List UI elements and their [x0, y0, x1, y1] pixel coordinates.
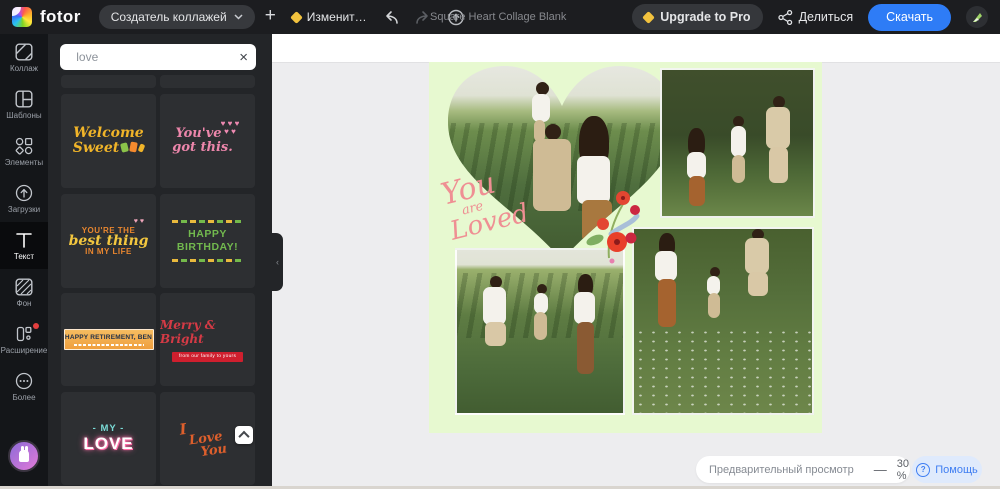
zoom-level: 30 % [897, 458, 909, 482]
sidebar-item-collage[interactable]: Коллаж [0, 34, 48, 81]
collage-icon [15, 43, 33, 61]
photo-cell-family-garden[interactable] [660, 68, 815, 218]
create-collage-label: Создатель коллажей [111, 10, 227, 24]
more-icon [15, 372, 33, 390]
share-nodes-icon [778, 10, 793, 25]
extension-icon [15, 325, 33, 343]
sidebar-item-background[interactable]: Фон [0, 269, 48, 316]
template-tile-youve-got-this[interactable]: You've got this. ♥ ♥ ♥ ♥ ♥ [160, 94, 255, 188]
clear-search-icon[interactable]: × [239, 50, 248, 65]
dashed-line-decoration [172, 259, 244, 262]
quill-icon [971, 11, 984, 24]
poppy-flowers-illustration[interactable] [579, 182, 643, 264]
notification-badge [33, 323, 39, 329]
wildflowers-texture [634, 328, 812, 413]
sidebar-item-uploads[interactable]: Загрузки [0, 175, 48, 222]
help-button[interactable]: ? Помощь [912, 456, 982, 483]
pro-diamond-icon [290, 11, 303, 24]
template-tile-best-thing[interactable]: YOU'RE THE best thing IN MY LIFE ♥ ♥ [61, 194, 156, 288]
add-page-button[interactable]: + [265, 5, 276, 27]
photo-cell-family-walk[interactable] [632, 227, 814, 415]
fotor-logo[interactable]: fotor [12, 7, 81, 27]
fotor-logo-icon [12, 7, 32, 27]
question-icon: ? [916, 463, 930, 477]
template-tile-my-love[interactable]: - MY - LOVE [61, 392, 156, 485]
top-toolbar: fotor Создатель коллажей + Изменит… Squa… [0, 0, 1000, 34]
text-icon [15, 231, 33, 249]
candy-icon [120, 142, 129, 152]
document-title[interactable]: Square Heart Collage Blank [430, 0, 566, 34]
secondary-toolbar [272, 34, 1000, 63]
candy-icon [129, 141, 138, 152]
sidebar-item-templates[interactable]: Шаблоны [0, 81, 48, 128]
scroll-to-top-button[interactable] [235, 426, 253, 444]
sidebar-item-more[interactable]: Более [0, 363, 48, 410]
search-bar[interactable]: × [60, 44, 256, 70]
edit-button-label: Изменит… [307, 10, 367, 24]
template-tile-partial[interactable] [160, 75, 255, 88]
template-tile-welcome-sweet[interactable]: Welcome Sweet [61, 94, 156, 188]
redo-button[interactable] [414, 10, 431, 25]
template-tile-happy-birthday[interactable]: HAPPY BIRTHDAY! [160, 194, 255, 288]
sidebar-item-elements[interactable]: Элементы [0, 128, 48, 175]
sidebar-item-extension[interactable]: Расширение [0, 316, 48, 363]
zoom-out-button[interactable]: — [874, 463, 887, 476]
left-sidebar: Коллаж Шаблоны Элементы Загрузки Текст Ф… [0, 34, 48, 486]
templates-icon [15, 90, 33, 108]
sidebar-sticker-avatar[interactable] [8, 440, 40, 472]
retirement-subtext [74, 344, 144, 347]
chevron-up-icon [238, 431, 249, 442]
topbar-right-cluster: Upgrade to Pro Делиться Скачать [632, 4, 988, 31]
download-button[interactable]: Скачать [868, 4, 951, 31]
help-label: Помощь [935, 464, 978, 476]
candy-icon [138, 143, 146, 152]
text-templates-panel: × Welcome Sweet You've got this. ♥ ♥ ♥ ♥… [48, 34, 272, 486]
chevron-down-icon [234, 14, 243, 20]
photo-cell-family-swing[interactable] [455, 248, 625, 415]
fotor-logo-text: fotor [40, 7, 81, 27]
undo-button[interactable] [383, 10, 400, 25]
sidebar-item-text[interactable]: Текст [0, 222, 48, 269]
canvas-text-you-are-loved[interactable]: You are Loved [439, 163, 532, 244]
panel-collapse-handle[interactable]: ‹ [272, 233, 283, 291]
create-collage-dropdown[interactable]: Создатель коллажей [99, 5, 255, 29]
upgrade-to-pro-button[interactable]: Upgrade to Pro [632, 4, 762, 30]
pro-diamond-icon [642, 11, 655, 24]
fotor-collage-editor: fotor Создатель коллажей + Изменит… Squa… [0, 0, 1000, 489]
template-tile-merry-bright[interactable]: Merry & Bright from our family to yours [160, 293, 255, 386]
preview-zoom-bar: Предварительный просмотр — 30 % + [696, 456, 910, 483]
uploads-icon [15, 184, 33, 202]
preview-button[interactable]: Предварительный просмотр [709, 464, 854, 476]
edit-button[interactable]: Изменит… [292, 10, 367, 24]
share-label: Делиться [799, 10, 854, 24]
template-tile-partial[interactable] [61, 75, 156, 88]
search-input[interactable] [74, 49, 233, 65]
elements-icon [15, 137, 33, 155]
upgrade-label: Upgrade to Pro [660, 10, 750, 24]
dashed-line-decoration [172, 220, 244, 223]
background-icon [15, 278, 33, 296]
template-tile-happy-retirement[interactable]: HAPPY RETIREMENT, BEN [61, 293, 156, 386]
retirement-banner: HAPPY RETIREMENT, BEN [64, 329, 154, 351]
hand-icon [19, 450, 29, 462]
hearts-decoration: ♥ ♥ [134, 218, 144, 225]
canvas-workspace: You are Loved [272, 34, 1000, 486]
share-button[interactable]: Делиться [778, 10, 854, 25]
collage-canvas[interactable]: You are Loved [429, 62, 822, 433]
user-avatar[interactable] [966, 6, 988, 28]
hearts-decoration: ♥ ♥ ♥ ♥ ♥ [219, 120, 241, 136]
